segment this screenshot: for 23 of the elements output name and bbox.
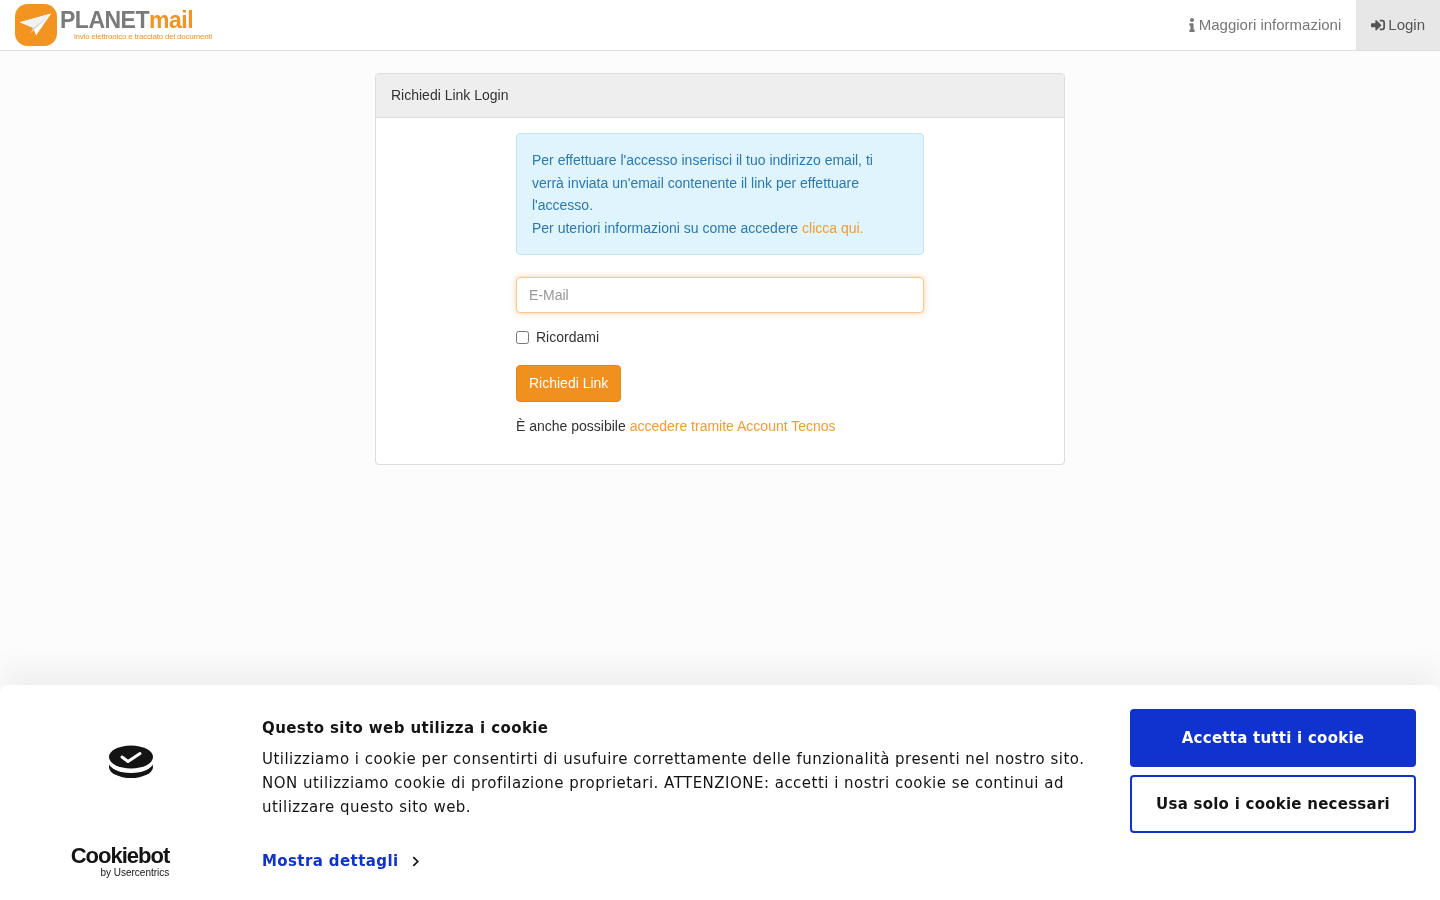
nav-link[interactable]: Maggiori informazioni	[1172, 0, 1357, 50]
brand-name: PLANETmail	[60, 9, 195, 32]
panel-title: Richiedi Link Login	[391, 86, 509, 105]
necessary-only-button[interactable]: Usa solo i cookie necessari	[1130, 775, 1416, 833]
show-details-link[interactable]: Mostra dettagli	[262, 850, 420, 873]
nav-link[interactable]: Login	[1356, 0, 1440, 50]
email-input[interactable]: E-Mail	[516, 277, 924, 313]
alert-text: Per uteriori informazioni su come accedere clicca qui.	[532, 218, 865, 238]
paper-plane-logo-icon	[15, 4, 57, 46]
remember-label: Ricordami	[536, 328, 599, 347]
cookie-check-icon	[108, 745, 154, 779]
cookiebot-logo: Cookiebot	[70, 845, 170, 867]
brand-tagline: invio elettronico e tracciato dei documenti	[73, 32, 213, 41]
sign-in-icon	[1371, 18, 1386, 32]
cookie-description: Utilizziamo i cookie per consentirti di usufuire correttamente delle funzionalità presenti nel nostro sito. NON utilizziamo cookie di profilazione proprietari. ATTENZIONE: accetti i nostri cookie se continui ad utilizzare questo sito web.	[262, 749, 1086, 818]
alert-text: Per effettuare l'accesso inserisci il tuo indirizzo email, ti verrà inviata un'email contenente il link per effettuare l'accesso.	[532, 151, 874, 215]
alternative-login-text: È anche possibile accedere tramite Account Tecnos	[516, 417, 837, 436]
remember-checkbox[interactable]	[516, 331, 529, 344]
chevron-right-icon	[412, 855, 420, 867]
cookie-title: Questo sito web utilizza i cookie	[262, 718, 550, 739]
cookiebot-byline: by Usercentrics	[100, 867, 170, 879]
info-icon	[1187, 18, 1196, 32]
accept-all-button[interactable]: Accetta tutti i cookie	[1130, 709, 1416, 767]
